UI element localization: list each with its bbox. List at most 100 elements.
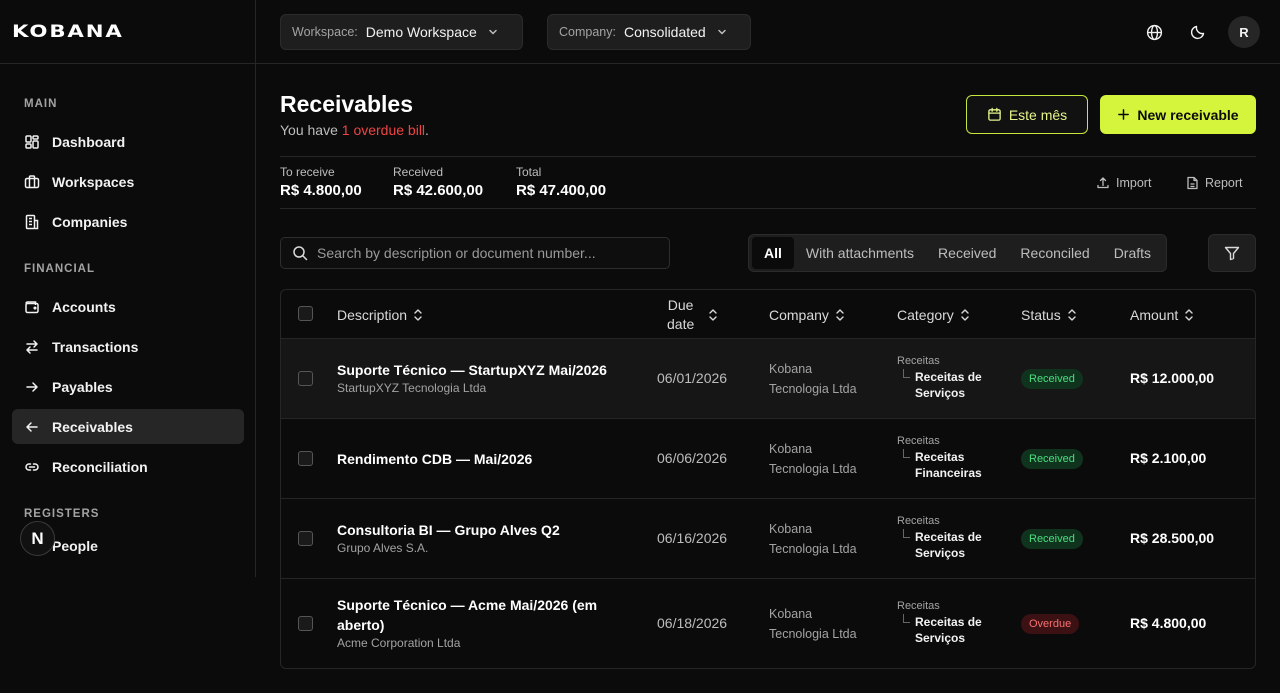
tab-with-attachments[interactable]: With attachments [794, 237, 926, 269]
nav-section-financial: FINANCIAL Accounts Transactions Payables… [0, 259, 256, 484]
row-due-date: 06/01/2026 [657, 370, 728, 386]
row-company: Kobana Tecnologia Ltda [769, 519, 879, 559]
sidebar-item-transactions[interactable]: Transactions [12, 329, 244, 364]
brand-bar: KOBANA [0, 0, 256, 64]
status-badge: Received [1021, 369, 1083, 389]
category-child: Receitas Financeiras [897, 449, 1007, 481]
column-header-due-date[interactable]: Due date [667, 290, 718, 339]
sidebar-item-payables[interactable]: Payables [12, 369, 244, 404]
workspace-selector[interactable]: Workspace: Demo Workspace [280, 14, 523, 50]
kobana-logo[interactable]: KOBANA [12, 22, 124, 42]
floating-n-badge[interactable]: N [20, 521, 55, 556]
sidebar-item-receivables[interactable]: Receivables [12, 409, 244, 444]
column-header-label: Company [769, 306, 829, 323]
tab-received[interactable]: Received [926, 237, 1008, 269]
arrows-swap-icon [24, 339, 40, 355]
row-amount: R$ 28.500,00 [1130, 530, 1215, 546]
table-row[interactable]: Rendimento CDB — Mai/2026 06/06/2026 Kob… [281, 419, 1255, 499]
receivables-table: Description Due date Company Category Sta… [280, 289, 1256, 669]
row-amount: R$ 4.800,00 [1130, 615, 1207, 631]
row-customer: Acme Corporation Ltda [337, 636, 461, 650]
stat-value: R$ 47.400,00 [516, 182, 607, 199]
category-line-2: Serviços [915, 546, 966, 560]
search-icon [293, 246, 308, 261]
sidebar-item-workspaces[interactable]: Workspaces [12, 164, 244, 199]
avatar[interactable]: R [1228, 16, 1260, 48]
row-checkbox[interactable] [298, 451, 313, 466]
category-line-2: Serviços [915, 386, 966, 400]
sort-icon [836, 308, 844, 321]
due-line-2: date [667, 315, 695, 332]
table-row[interactable]: Suporte Técnico — StartupXYZ Mai/2026 St… [281, 339, 1255, 419]
nav-section-main: MAIN Dashboard Workspaces Companies [0, 94, 256, 239]
category-line-1: Receitas de [915, 370, 982, 384]
column-header-label: Due date [667, 296, 694, 334]
arrow-left-icon [24, 419, 40, 435]
tab-drafts[interactable]: Drafts [1102, 237, 1163, 269]
subtitle-suffix: . [425, 122, 429, 138]
company-line-1: Kobana [769, 442, 813, 456]
tab-all[interactable]: All [752, 237, 794, 269]
workspace-selector-value: Demo Workspace [365, 24, 477, 40]
category-line-1: Receitas de [915, 615, 982, 629]
globe-icon[interactable] [1144, 22, 1164, 42]
sidebar-item-label: Transactions [52, 338, 139, 355]
row-checkbox[interactable] [298, 531, 313, 546]
row-checkbox[interactable] [298, 616, 313, 631]
status-badge: Received [1021, 449, 1083, 469]
chevron-down-icon [717, 29, 726, 35]
row-description: Suporte Técnico — Acme Mai/2026 (em abert… [337, 595, 637, 650]
table-row[interactable]: Consultoria BI — Grupo Alves Q2 Grupo Al… [281, 499, 1255, 579]
chevron-down-icon [489, 29, 497, 35]
sort-icon [414, 308, 422, 321]
row-due-date: 06/06/2026 [657, 450, 728, 466]
company-selector[interactable]: Company: Consolidated [547, 14, 751, 50]
building-icon [24, 214, 40, 230]
sort-icon [1185, 308, 1193, 321]
column-header-status[interactable]: Status [1021, 290, 1077, 339]
sidebar-item-companies[interactable]: Companies [12, 204, 244, 239]
stat-received: Received R$ 42.600,00 [393, 165, 483, 199]
new-receivable-button[interactable]: New receivable [1100, 95, 1256, 134]
row-category: Receitas Receitas de Serviços [897, 353, 1007, 401]
wallet-icon [24, 299, 40, 315]
table-row[interactable]: Suporte Técnico — Acme Mai/2026 (em abert… [281, 579, 1255, 668]
status-badge: Overdue [1021, 614, 1080, 634]
import-label: Import [1116, 176, 1152, 190]
tab-reconciled[interactable]: Reconciled [1008, 237, 1101, 269]
overdue-count-link[interactable]: 1 overdue bill [342, 122, 425, 138]
row-description: Consultoria BI — Grupo Alves Q2 Grupo Al… [337, 520, 637, 555]
category-line-1: Receitas [915, 450, 965, 464]
row-customer: StartupXYZ Tecnologia Ltda [337, 381, 487, 395]
sidebar-item-dashboard[interactable]: Dashboard [12, 124, 244, 159]
topbar: Workspace: Demo Workspace Company: Conso… [256, 0, 1280, 64]
column-header-label: Description [337, 306, 408, 323]
category-child: Receitas de Serviços [897, 614, 1007, 646]
period-filter-button[interactable]: Este mês [966, 95, 1088, 134]
filter-button[interactable] [1208, 234, 1256, 272]
column-header-description[interactable]: Description [337, 290, 423, 339]
row-checkbox[interactable] [298, 371, 313, 386]
sidebar-item-accounts[interactable]: Accounts [12, 289, 244, 324]
nav-section-title: FINANCIAL [24, 263, 95, 275]
dashboard-icon [24, 134, 40, 150]
row-amount: R$ 2.100,00 [1130, 450, 1207, 466]
select-all-checkbox[interactable] [298, 306, 313, 321]
column-header-label: Amount [1130, 306, 1179, 323]
import-button[interactable]: Import [1096, 176, 1151, 190]
column-header-amount[interactable]: Amount [1130, 290, 1194, 339]
category-parent: Receitas [897, 600, 940, 612]
column-header-category[interactable]: Category [897, 290, 970, 339]
sidebar-item-reconciliation[interactable]: Reconciliation [12, 449, 244, 484]
column-header-company[interactable]: Company [769, 290, 845, 339]
company-line-2: Tecnologia Ltda [769, 627, 857, 641]
category-child: Receitas de Serviços [897, 369, 1007, 401]
sidebar: KOBANA MAIN Dashboard Workspaces Compani… [0, 0, 256, 693]
report-button[interactable]: Report [1186, 176, 1243, 190]
sidebar-item-label: People [52, 537, 98, 554]
moon-icon[interactable] [1188, 22, 1208, 42]
search-input[interactable] [317, 245, 657, 261]
divider [280, 208, 1256, 209]
row-title: Suporte Técnico — StartupXYZ Mai/2026 [337, 362, 607, 378]
row-category: Receitas Receitas Financeiras [897, 433, 1007, 481]
